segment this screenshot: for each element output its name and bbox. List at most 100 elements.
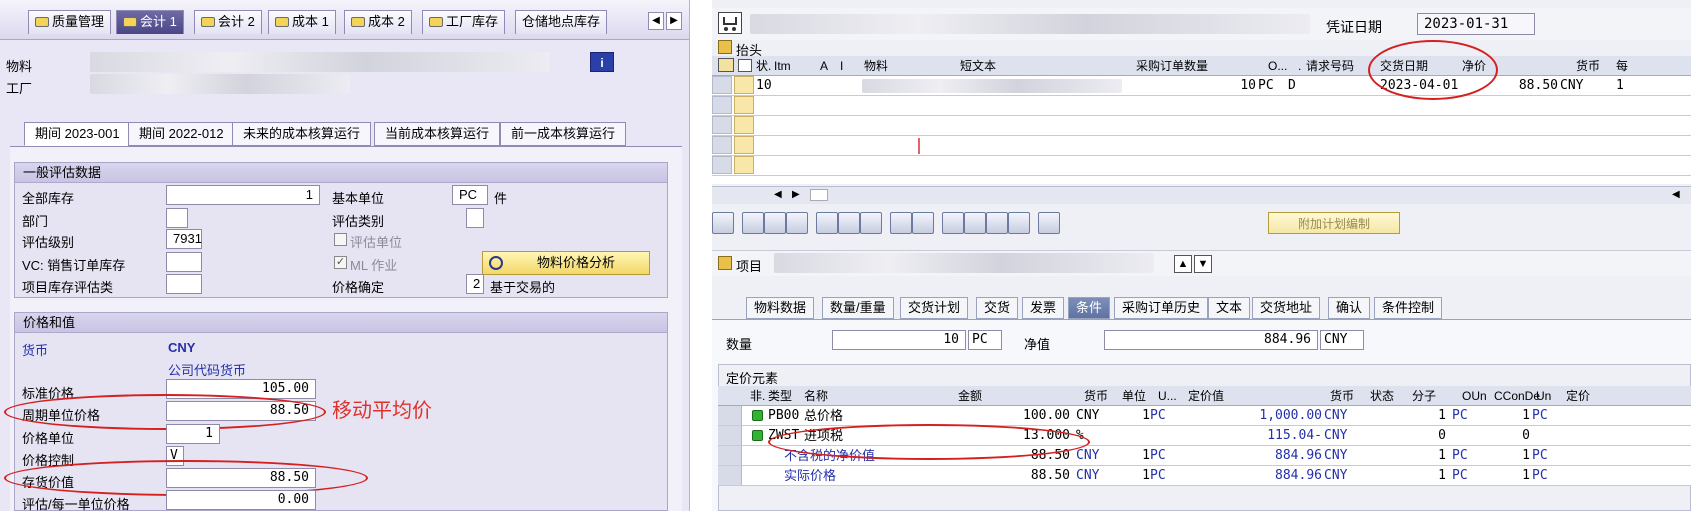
tab-costing-2[interactable]: 成本 2 [344, 10, 412, 34]
val-per-unit-field[interactable]: 0.00 [166, 490, 316, 510]
info-icon[interactable]: i [590, 52, 614, 72]
grid-settings-icon[interactable] [718, 58, 734, 72]
tab-current-costing[interactable]: 当前成本核算运行 [374, 122, 501, 146]
col-oun[interactable]: O... [1268, 56, 1287, 76]
tab-period-current[interactable]: 期间 2023-001 [24, 122, 131, 146]
pricing-row-selector[interactable] [718, 466, 742, 485]
tab-accounting-2[interactable]: 会计 2 [194, 10, 262, 34]
col-dot[interactable]: . [1298, 56, 1301, 76]
val-category-field[interactable] [466, 208, 484, 228]
col-currency[interactable]: 货币 [1576, 56, 1600, 76]
col-status[interactable]: 状. [756, 56, 771, 76]
scroll-right-icon[interactable]: ▶ [792, 189, 800, 200]
col-a[interactable]: A [820, 56, 828, 76]
copy-rows-icon[interactable] [890, 212, 912, 234]
tab-invoice[interactable]: 发票 [1022, 297, 1065, 319]
tab-plant-stock[interactable]: 工厂库存 [422, 10, 506, 34]
tab-storage-stock[interactable]: 仓储地点库存 [515, 10, 608, 34]
base-unit-field[interactable]: PC [452, 185, 488, 205]
pcol-oun[interactable]: OUn [1462, 386, 1487, 406]
dept-field[interactable] [166, 208, 188, 228]
col-po-qty[interactable]: 采购订单数量 [1136, 56, 1208, 76]
price-det-field[interactable]: 2 [466, 274, 484, 294]
pcol-name[interactable]: 名称 [804, 386, 828, 406]
price-unit-field[interactable]: 1 [166, 424, 220, 444]
details-icon[interactable] [712, 212, 734, 234]
delete-icon[interactable] [816, 212, 838, 234]
item-expand-icon[interactable] [718, 256, 732, 270]
pcol-amount[interactable]: 金额 [958, 386, 982, 406]
tab-scroll-left-icon[interactable]: ◀ [648, 12, 664, 30]
pcol-inactive[interactable]: 非. [750, 386, 765, 406]
header-expand-icon[interactable] [718, 40, 732, 54]
cart-icon[interactable] [718, 12, 742, 34]
tab-previous-costing[interactable]: 前一成本核算运行 [500, 122, 627, 146]
proj-stock-field[interactable] [166, 274, 202, 294]
tab-conditions[interactable]: 条件 [1068, 297, 1111, 319]
tab-delivery[interactable]: 交货 [976, 297, 1019, 319]
row-selector[interactable] [712, 76, 732, 94]
tab-condition-control[interactable]: 条件控制 [1374, 297, 1443, 319]
tab-material-data[interactable]: 物料数据 [746, 297, 815, 319]
net-value-currency-field[interactable]: CNY [1320, 330, 1364, 350]
tab-delivery-schedule[interactable]: 交货计划 [900, 297, 969, 319]
additional-planning-button[interactable]: 附加计划编制 [1268, 212, 1400, 234]
filter-icon[interactable] [964, 212, 986, 234]
tab-qty-weight[interactable]: 数量/重量 [822, 297, 894, 319]
tab-costing-1[interactable]: 成本 1 [268, 10, 336, 34]
pcol-vcurrency[interactable]: 货币 [1330, 386, 1354, 406]
col-material[interactable]: 物料 [864, 56, 888, 76]
print-icon[interactable] [942, 212, 964, 234]
col-item[interactable]: Itm [774, 56, 791, 76]
prev-item-icon[interactable]: ▲ [1174, 255, 1192, 273]
col-per[interactable]: 每 [1616, 56, 1628, 76]
tab-confirmation[interactable]: 确认 [1328, 297, 1371, 319]
pcol-pricing[interactable]: 定价 [1566, 386, 1590, 406]
tab-delivery-address[interactable]: 交货地址 [1252, 297, 1321, 319]
copy-icon[interactable] [742, 212, 764, 234]
doc-date-field[interactable]: 2023-01-31 [1417, 13, 1535, 35]
scroll-thumb[interactable] [810, 189, 828, 201]
table-row[interactable] [712, 136, 1691, 156]
pricing-row[interactable]: PB00 总价格 100.00 CNY 1 PC 1,000.00 CNY 1 PC 1 PC [718, 406, 1691, 426]
scroll-right-end-icon[interactable]: ◀ [1672, 189, 1680, 200]
material-price-analysis-button[interactable]: 物料价格分析 [482, 251, 650, 275]
ml-checkbox-checked-icon[interactable]: ✓ [334, 256, 347, 269]
pcol-numerator[interactable]: 分子 [1412, 386, 1436, 406]
select-all-icon[interactable] [738, 59, 752, 72]
pcol-currency[interactable]: 货币 [1084, 386, 1108, 406]
lock-icon[interactable] [838, 212, 860, 234]
table-row[interactable] [712, 116, 1691, 136]
append-icon[interactable] [786, 212, 808, 234]
scroll-left-icon[interactable]: ◀ [774, 189, 782, 200]
pricing-row-selector[interactable] [718, 426, 742, 445]
table-row[interactable] [712, 156, 1691, 176]
pcol-ccon[interactable]: CConDe [1494, 386, 1540, 406]
val-class-field[interactable]: 7931 [166, 229, 202, 249]
tab-period-previous[interactable]: 期间 2022-012 [128, 122, 235, 146]
tab-texts[interactable]: 文本 [1208, 297, 1251, 319]
col-short-text[interactable]: 短文本 [960, 56, 996, 76]
pricing-row[interactable]: 实际价格 88.50 CNY 1 PC 884.96 CNY 1 PC 1 PC [718, 466, 1691, 486]
insert-icon[interactable] [764, 212, 786, 234]
pcol-type[interactable]: 类型 [768, 386, 792, 406]
quantity-field[interactable]: 10 [832, 330, 966, 350]
grid-hscrollbar[interactable]: ◀ ▶ ◀ [712, 186, 1691, 204]
pcol-uom[interactable]: U... [1158, 386, 1177, 406]
pcol-status[interactable]: 状态 [1370, 386, 1394, 406]
filter-settings-icon[interactable] [986, 212, 1008, 234]
vc-field[interactable] [166, 252, 202, 272]
tab-future-costing[interactable]: 未来的成本核算运行 [232, 122, 372, 146]
total-stock-field[interactable]: 1 [166, 185, 320, 205]
sort-icon[interactable] [1038, 212, 1060, 234]
val-unit-checkbox[interactable] [334, 233, 347, 246]
net-value-field[interactable]: 884.96 [1104, 330, 1318, 350]
col-req-number[interactable]: 请求号码 [1306, 56, 1354, 76]
unlock-icon[interactable] [860, 212, 882, 234]
table-row[interactable] [712, 96, 1691, 116]
tab-accounting-1[interactable]: 会计 1 [116, 10, 184, 34]
tab-quality[interactable]: 质量管理 [28, 10, 112, 34]
tab-scroll-right-icon[interactable]: ▶ [666, 12, 682, 30]
filter-clear-icon[interactable] [1008, 212, 1030, 234]
table-row[interactable]: 10 10 PC D 2023-04-01 88.50 CNY 1 [712, 76, 1691, 96]
